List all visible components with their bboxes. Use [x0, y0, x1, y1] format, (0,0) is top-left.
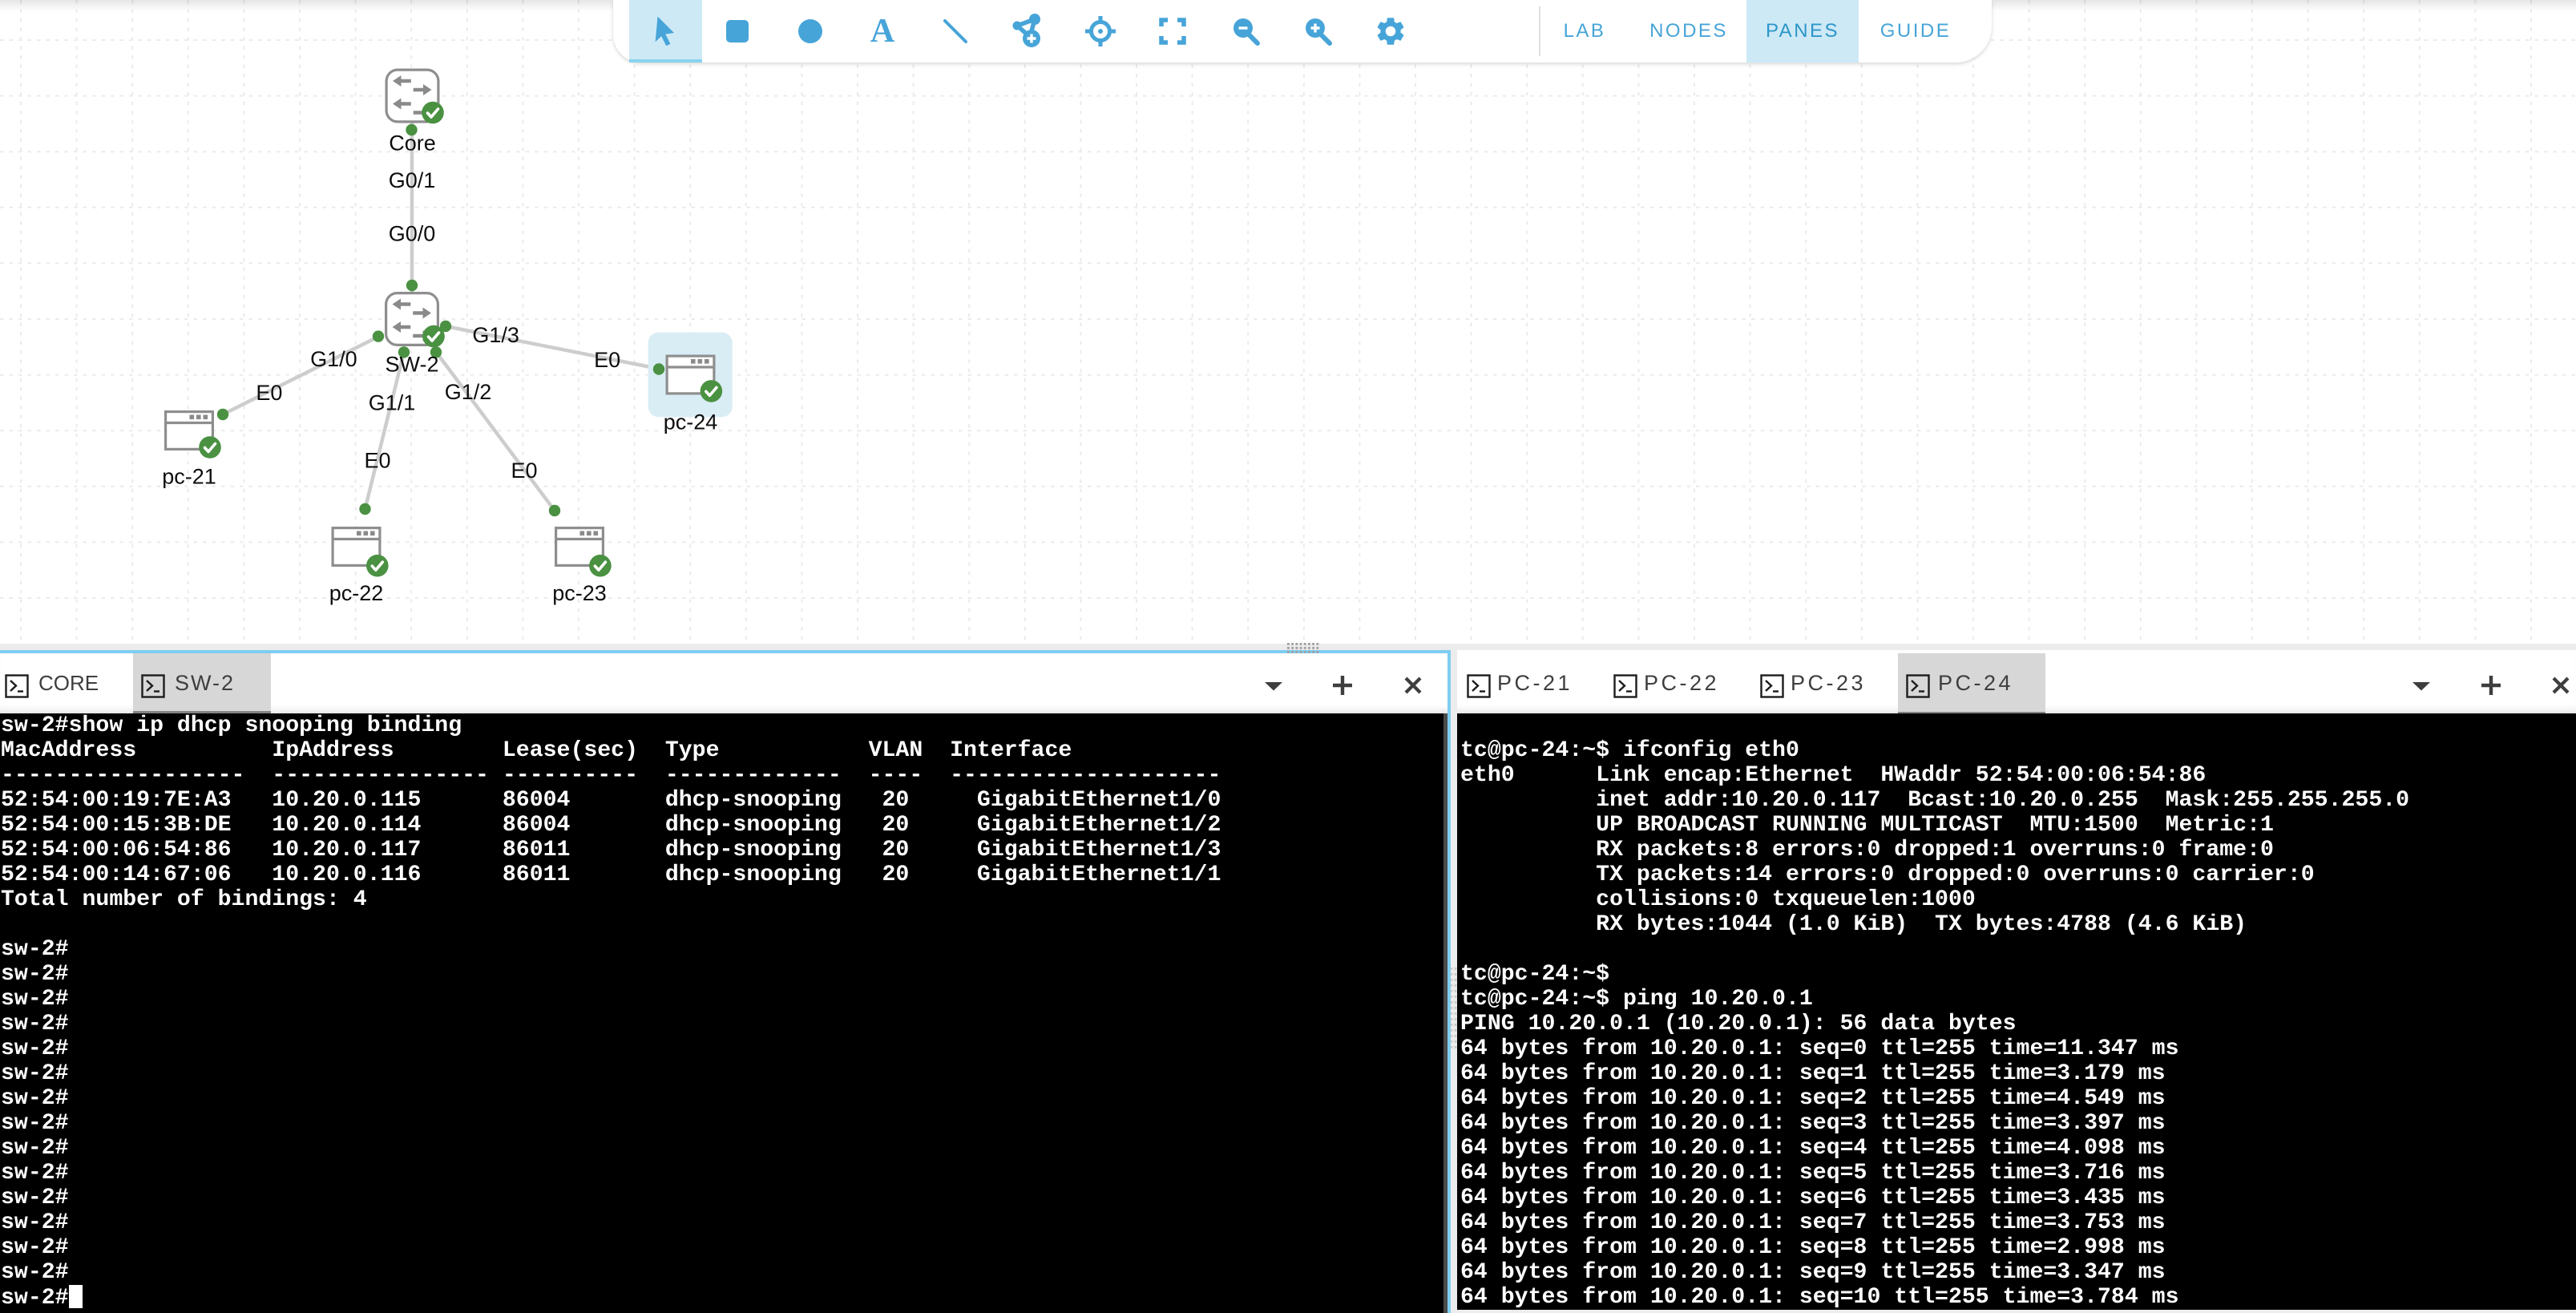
svg-text:Core: Core [389, 131, 436, 156]
svg-text:E0: E0 [594, 348, 620, 372]
svg-text:G0/1: G0/1 [389, 168, 436, 192]
svg-text:SW-2: SW-2 [385, 353, 438, 377]
svg-text:pc-24: pc-24 [664, 410, 718, 434]
svg-text:E0: E0 [364, 449, 390, 473]
svg-text:G1/3: G1/3 [472, 323, 519, 347]
svg-text:G1/0: G1/0 [310, 347, 357, 371]
svg-text:E0: E0 [511, 459, 537, 483]
svg-text:G0/0: G0/0 [389, 222, 436, 246]
svg-text:G1/1: G1/1 [369, 391, 416, 415]
svg-text:E0: E0 [256, 381, 282, 405]
svg-text:pc-23: pc-23 [552, 581, 607, 605]
svg-text:pc-21: pc-21 [162, 465, 216, 489]
svg-text:pc-22: pc-22 [329, 581, 384, 605]
svg-text:G1/2: G1/2 [445, 380, 492, 404]
